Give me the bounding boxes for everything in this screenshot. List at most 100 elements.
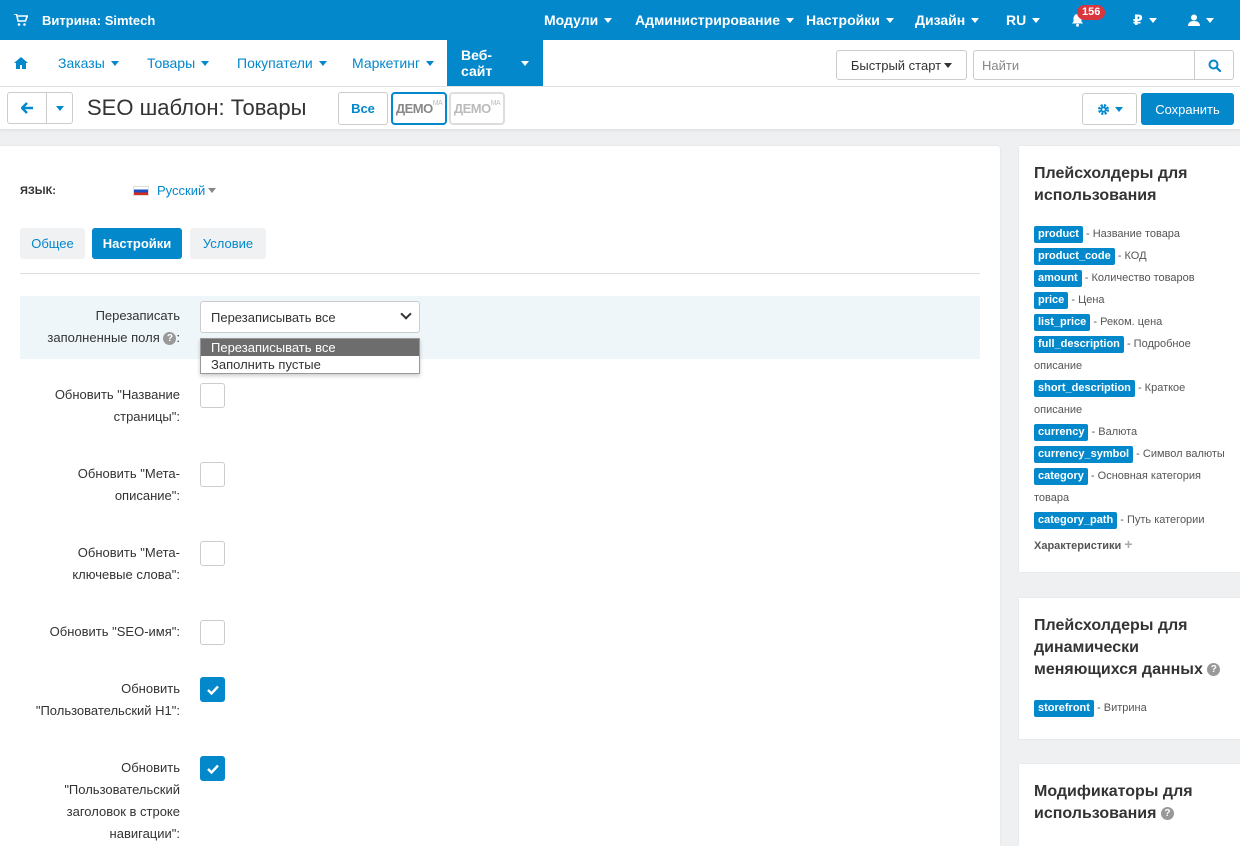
placeholder-item: amount - Количество товаров [1034,267,1234,289]
update-custom-breadcrumb-checkbox[interactable] [200,756,225,781]
placeholder-tag[interactable]: currency_symbol [1034,446,1134,463]
user-menu[interactable] [1188,0,1214,40]
caret-down-icon [604,17,613,23]
overwrite-select[interactable]: Перезаписывать все [200,301,420,333]
placeholder-tag[interactable]: list_price [1034,314,1091,331]
menu-modules[interactable]: Модули [544,0,613,40]
language-selector[interactable]: Русский [133,183,217,198]
user-icon [1188,14,1200,26]
menu-administration[interactable]: Администрирование [635,0,794,40]
settings-dropdown-button[interactable] [1082,93,1137,125]
characteristics-toggle[interactable]: Характеристики + [1034,536,1133,552]
label-line: "Пользовательский H1": [35,703,180,718]
nav-orders[interactable]: Заказы [58,40,119,86]
title-line: динамически [1034,639,1139,656]
title-line: Плейсхолдеры для [1034,165,1188,182]
title-line: использования [1034,187,1157,204]
caret-down-icon [201,60,210,66]
russia-flag-icon [133,185,149,196]
placeholder-desc-cont: описание [1034,404,1083,416]
placeholder-desc-cont: товара [1034,492,1070,504]
label-line: Обновить "Мета- [77,545,180,560]
field-label: Обновить "Мета-описание": [10,463,180,507]
placeholder-tag[interactable]: storefront [1034,700,1094,717]
menu-design[interactable]: Дизайн [915,0,980,40]
placeholder-tag[interactable]: price [1034,292,1069,309]
quick-start-button[interactable]: Быстрый старт [836,50,967,80]
update-meta-keywords-checkbox[interactable] [200,541,225,566]
caret-down-icon [110,60,119,66]
update-custom-h1-checkbox[interactable] [200,677,225,702]
back-button[interactable] [7,92,47,124]
cart-icon [14,14,28,26]
placeholder-desc: - Основная категория [1087,470,1202,482]
option-fill-empty[interactable]: Заполнить пустые [201,356,419,373]
help-icon[interactable]: ? [1160,807,1174,821]
placeholder-tag[interactable]: full_description [1034,336,1124,353]
menu-language[interactable]: RU [1006,0,1041,40]
title-text: меняющихся данных [1034,661,1203,678]
caret-down-icon [944,62,953,68]
check-icon [206,685,219,695]
placeholder-tag[interactable]: category [1034,468,1088,485]
history-dropdown-button[interactable] [46,92,73,124]
placeholder-desc: - Символ валюты [1133,448,1225,460]
modifiers-title: Модификаторы для использования ? [1034,781,1193,825]
placeholder-desc: - КОД [1114,250,1147,262]
tab-condition[interactable]: Условие [190,228,266,259]
top-bar: Витрина: Simtech Модули Администрировани… [0,0,1240,40]
brand-label: Витрина: Simtech [42,12,156,28]
update-page-title-checkbox[interactable] [200,383,225,408]
demo-label: ДЕМО [395,101,433,116]
divider [20,273,980,274]
all-storefronts-button[interactable]: Все [338,92,388,125]
nav-marketing[interactable]: Маркетинг [352,40,435,86]
label-line: страницы": [113,409,180,424]
help-icon[interactable]: ? [1207,663,1221,677]
placeholder-tag[interactable]: category_path [1034,512,1118,529]
caret-down-icon [971,17,980,23]
tab-general[interactable]: Общее [20,228,85,259]
help-icon[interactable]: ? [163,332,177,346]
nav-website[interactable]: Веб-сайт [447,40,543,86]
label-line: Обновить "Название [54,387,180,402]
menu-currency[interactable]: ₽ [1133,0,1157,40]
tab-settings[interactable]: Настройки [92,228,182,259]
home-button[interactable] [14,40,28,86]
storefront-demo-logo-2[interactable]: ДЕМО MA [449,92,505,125]
update-seo-name-checkbox[interactable] [200,620,225,645]
menu-settings[interactable]: Настройки [806,0,894,40]
overwrite-dropdown-list: Перезаписывать все Заполнить пустые [200,338,420,374]
caret-down-icon [208,188,217,193]
placeholders-title: Плейсхолдеры для использования [1034,163,1188,207]
nav-products[interactable]: Товары [147,40,210,86]
title-line: Плейсхолдеры для [1034,617,1188,634]
storefront-brand[interactable]: Витрина: Simtech [14,0,155,40]
placeholder-tag[interactable]: currency [1034,424,1089,441]
save-button[interactable]: Сохранить [1141,93,1234,125]
storefront-demo-logo-1[interactable]: ДЕМО MA [391,92,447,125]
placeholder-tag[interactable]: product_code [1034,248,1115,265]
search-button[interactable] [1194,50,1234,80]
label-line: Обновить [121,760,180,775]
update-meta-description-checkbox[interactable] [200,462,225,487]
placeholder-tag[interactable]: product [1034,226,1083,243]
placeholder-item: full_description - Подробное описание [1034,333,1234,377]
search-input[interactable] [973,50,1195,80]
label-line: заголовок в строке [66,804,180,819]
placeholder-tag[interactable]: amount [1034,270,1082,287]
field-label: Обновить "Пользовательский заголовок в стр… [10,757,180,845]
label-line: "Пользовательский [64,782,180,797]
label-line: навигации": [109,826,180,841]
label-line: описание": [114,488,180,503]
label-line: Обновить [121,681,180,696]
option-overwrite-all[interactable]: Перезаписывать все [201,339,419,356]
nav-customers[interactable]: Покупатели [237,40,327,86]
title-line: меняющихся данных ? [1034,659,1221,681]
placeholder-tag[interactable]: short_description [1034,380,1135,397]
currency-label: ₽ [1133,11,1143,28]
label-line: Обновить "SEO-имя": [49,624,180,639]
placeholder-item: list_price - Реком. цена [1034,311,1234,333]
placeholder-desc: - Количество товаров [1081,272,1195,284]
field-label: Обновить "Мета-ключевые слова": [10,542,180,586]
